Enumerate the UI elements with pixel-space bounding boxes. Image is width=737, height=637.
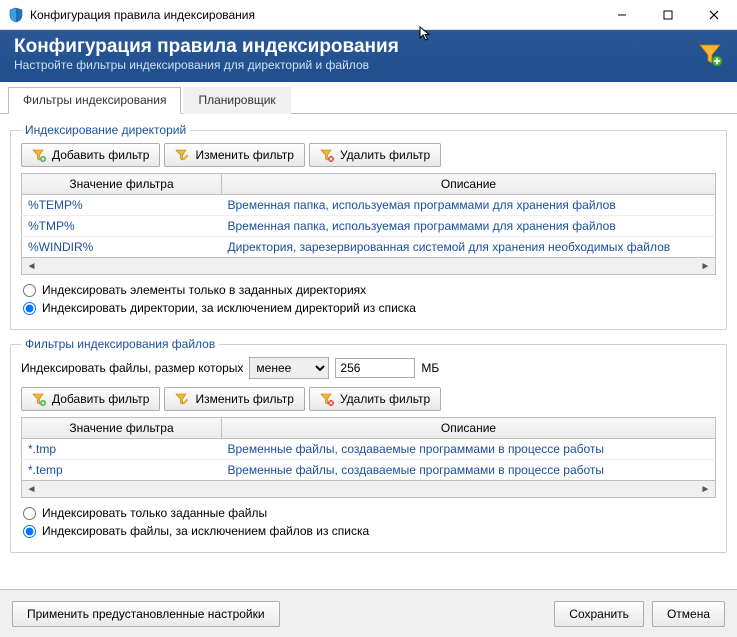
cell-desc: Директория, зарезервированная системой д… xyxy=(222,237,716,258)
group-directories: Индексирование директорий Добавить фильт… xyxy=(10,130,727,330)
page-subtitle: Настройте фильтры индексирования для дир… xyxy=(14,58,697,72)
funnel-plus-icon xyxy=(32,148,46,162)
cell-desc: Временные файлы, создаваемые программами… xyxy=(222,439,716,460)
funnel-plus-icon xyxy=(32,392,46,406)
group-legend: Индексирование директорий xyxy=(21,123,190,137)
button-label: Добавить фильтр xyxy=(52,392,149,406)
scroll-left-icon[interactable]: ◄ xyxy=(24,261,39,272)
tab-filters[interactable]: Фильтры индексирования xyxy=(8,87,181,114)
titlebar: Конфигурация правила индексирования xyxy=(0,0,737,30)
header-banner: Конфигурация правила индексирования Наст… xyxy=(0,30,737,82)
radio-label: Индексировать только заданные файлы xyxy=(42,506,267,520)
apply-presets-button[interactable]: Применить предустановленные настройки xyxy=(12,601,280,627)
radio-label: Индексировать элементы только в заданных… xyxy=(42,283,366,297)
button-label: Применить предустановленные настройки xyxy=(27,607,265,621)
funnel-edit-icon xyxy=(175,148,189,162)
tabstrip: Фильтры индексирования Планировщик xyxy=(0,86,737,114)
radio-input[interactable] xyxy=(23,525,36,538)
table-row[interactable]: *.tmp Временные файлы, создаваемые прогр… xyxy=(22,439,716,460)
group-legend: Фильтры индексирования файлов xyxy=(21,337,219,351)
scroll-right-icon[interactable]: ► xyxy=(698,261,713,272)
table-row[interactable]: %TMP% Временная папка, используемая прог… xyxy=(22,216,716,237)
dir-filter-table[interactable]: Значение фильтра Описание %TEMP% Временн… xyxy=(21,173,716,258)
add-filter-button[interactable]: Добавить фильтр xyxy=(21,387,160,411)
footer: Применить предустановленные настройки Со… xyxy=(0,589,737,637)
cell-value: %TMP% xyxy=(22,216,222,237)
radio-label: Индексировать файлы, за исключением файл… xyxy=(42,524,369,538)
tab-label: Фильтры индексирования xyxy=(23,93,166,107)
close-icon xyxy=(709,10,719,20)
window-title: Конфигурация правила индексирования xyxy=(30,8,255,22)
scroll-right-icon[interactable]: ► xyxy=(698,484,713,495)
file-filter-table[interactable]: Значение фильтра Описание *.tmp Временны… xyxy=(21,417,716,481)
cell-desc: Временная папка, используемая программам… xyxy=(222,216,716,237)
maximize-button[interactable] xyxy=(645,0,691,30)
dir-toolbar: Добавить фильтр Изменить фильтр Удалить … xyxy=(21,143,716,167)
funnel-edit-icon xyxy=(175,392,189,406)
tab-label: Планировщик xyxy=(198,93,275,107)
minimize-button[interactable] xyxy=(599,0,645,30)
scroll-left-icon[interactable]: ◄ xyxy=(24,484,39,495)
column-header-value[interactable]: Значение фильтра xyxy=(22,174,222,195)
column-header-desc[interactable]: Описание xyxy=(222,418,716,439)
radio-index-except-listed-dirs[interactable]: Индексировать директории, за исключением… xyxy=(23,301,714,315)
cell-value: *.tmp xyxy=(22,439,222,460)
delete-filter-button[interactable]: Удалить фильтр xyxy=(309,387,441,411)
add-filter-button[interactable]: Добавить фильтр xyxy=(21,143,160,167)
file-toolbar: Добавить фильтр Изменить фильтр Удалить … xyxy=(21,387,716,411)
cell-value: %WINDIR% xyxy=(22,237,222,258)
radio-index-only-listed-dirs[interactable]: Индексировать элементы только в заданных… xyxy=(23,283,714,297)
table-row[interactable]: *.temp Временные файлы, создаваемые прог… xyxy=(22,460,716,481)
page-title: Конфигурация правила индексирования xyxy=(14,36,697,58)
file-horizontal-scrollbar[interactable]: ◄ ► xyxy=(21,481,716,498)
funnel-delete-icon xyxy=(320,392,334,406)
radio-input[interactable] xyxy=(23,284,36,297)
radio-input[interactable] xyxy=(23,507,36,520)
app-shield-icon xyxy=(8,7,24,23)
button-label: Сохранить xyxy=(569,607,629,621)
radio-input[interactable] xyxy=(23,302,36,315)
radio-index-only-listed-files[interactable]: Индексировать только заданные файлы xyxy=(23,506,714,520)
cell-value: *.temp xyxy=(22,460,222,481)
size-value-input[interactable] xyxy=(335,358,415,378)
radio-index-except-listed-files[interactable]: Индексировать файлы, за исключением файл… xyxy=(23,524,714,538)
table-row[interactable]: %TEMP% Временная папка, используемая про… xyxy=(22,195,716,216)
edit-filter-button[interactable]: Изменить фильтр xyxy=(164,387,305,411)
size-operator-select[interactable]: менее xyxy=(249,357,329,379)
group-files: Фильтры индексирования файлов Индексиров… xyxy=(10,344,727,553)
button-label: Изменить фильтр xyxy=(195,392,294,406)
maximize-icon xyxy=(663,10,673,20)
column-header-desc[interactable]: Описание xyxy=(222,174,716,195)
funnel-delete-icon xyxy=(320,148,334,162)
cancel-button[interactable]: Отмена xyxy=(652,601,725,627)
delete-filter-button[interactable]: Удалить фильтр xyxy=(309,143,441,167)
radio-label: Индексировать директории, за исключением… xyxy=(42,301,416,315)
save-button[interactable]: Сохранить xyxy=(554,601,644,627)
cell-desc: Временная папка, используемая программам… xyxy=(222,195,716,216)
button-label: Удалить фильтр xyxy=(340,148,430,162)
table-row[interactable]: %WINDIR% Директория, зарезервированная с… xyxy=(22,237,716,258)
cell-value: %TEMP% xyxy=(22,195,222,216)
size-filter-label: Индексировать файлы, размер которых xyxy=(21,361,243,375)
cell-desc: Временные файлы, создаваемые программами… xyxy=(222,460,716,481)
button-label: Изменить фильтр xyxy=(195,148,294,162)
dir-horizontal-scrollbar[interactable]: ◄ ► xyxy=(21,258,716,275)
button-label: Добавить фильтр xyxy=(52,148,149,162)
close-button[interactable] xyxy=(691,0,737,30)
column-header-value[interactable]: Значение фильтра xyxy=(22,418,222,439)
button-label: Отмена xyxy=(667,607,710,621)
minimize-icon xyxy=(617,10,627,20)
funnel-add-icon xyxy=(697,41,723,67)
tab-scheduler[interactable]: Планировщик xyxy=(183,87,290,114)
edit-filter-button[interactable]: Изменить фильтр xyxy=(164,143,305,167)
size-unit-label: МБ xyxy=(421,361,439,375)
button-label: Удалить фильтр xyxy=(340,392,430,406)
